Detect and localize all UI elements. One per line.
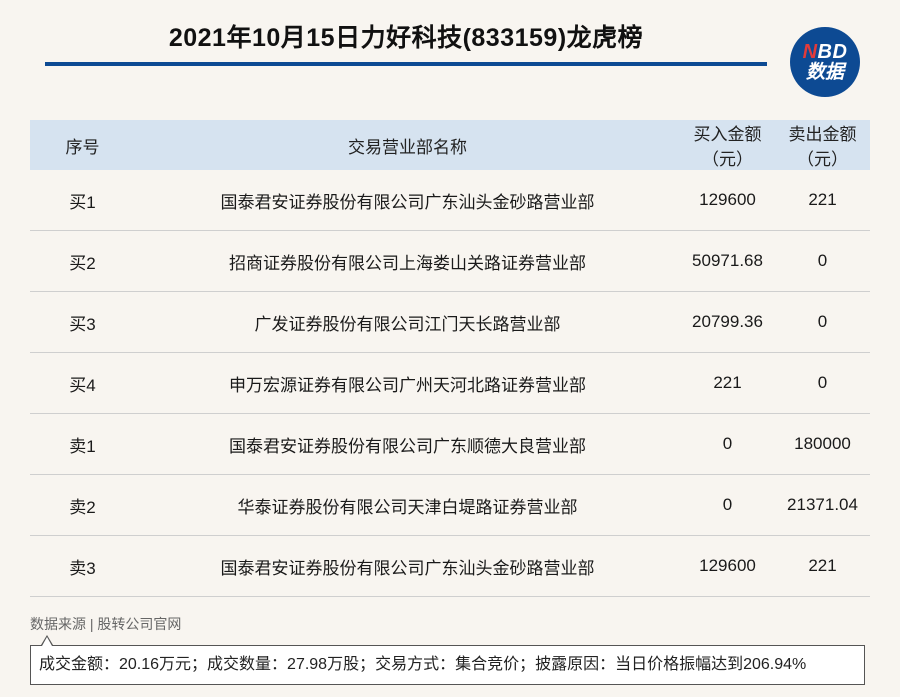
note-pointer-icon <box>41 635 53 646</box>
table-row: 买4 申万宏源证券有限公司广州天河北路证券营业部 221 0 <box>30 352 870 414</box>
table-row: 买2 招商证券股份有限公司上海娄山关路证券营业部 50971.68 0 <box>30 230 870 292</box>
row-sell-amount: 221 <box>775 170 870 231</box>
table-row: 卖3 国泰君安证券股份有限公司广东汕头金砂路营业部 129600 221 <box>30 535 870 597</box>
table-row: 买1 国泰君安证券股份有限公司广东汕头金砂路营业部 129600 221 <box>30 170 870 231</box>
header-branch-name: 交易营业部名称 <box>135 120 680 170</box>
row-buy-amount: 0 <box>680 413 775 475</box>
row-buy-amount: 20799.36 <box>680 291 775 353</box>
row-buy-amount: 221 <box>680 352 775 414</box>
row-buy-amount: 129600 <box>680 535 775 597</box>
row-index: 卖3 <box>30 535 135 597</box>
row-buy-amount: 129600 <box>680 170 775 231</box>
page-title: 2021年10月15日力好科技(833159)龙虎榜 <box>168 24 644 52</box>
row-sell-amount: 221 <box>775 535 870 597</box>
row-branch-name: 招商证券股份有限公司上海娄山关路证券营业部 <box>135 230 680 292</box>
row-index: 卖2 <box>30 474 135 536</box>
row-branch-name: 广发证券股份有限公司江门天长路营业部 <box>135 291 680 353</box>
row-branch-name: 国泰君安证券股份有限公司广东顺德大良营业部 <box>135 413 680 475</box>
row-index: 买1 <box>30 170 135 231</box>
row-buy-amount: 0 <box>680 474 775 536</box>
table-row: 卖1 国泰君安证券股份有限公司广东顺德大良营业部 0 180000 <box>30 413 870 475</box>
row-branch-name: 申万宏源证券有限公司广州天河北路证券营业部 <box>135 352 680 414</box>
row-sell-amount: 0 <box>775 230 870 292</box>
row-buy-amount: 50971.68 <box>680 230 775 292</box>
row-sell-amount: 0 <box>775 352 870 414</box>
row-index: 卖1 <box>30 413 135 475</box>
row-sell-amount: 180000 <box>775 413 870 475</box>
row-branch-name: 华泰证券股份有限公司天津白堤路证券营业部 <box>135 474 680 536</box>
row-sell-amount: 21371.04 <box>775 474 870 536</box>
table-row: 买3 广发证券股份有限公司江门天长路营业部 20799.36 0 <box>30 291 870 353</box>
title-underline <box>45 62 767 66</box>
row-branch-name: 国泰君安证券股份有限公司广东汕头金砂路营业部 <box>135 535 680 597</box>
row-index: 买3 <box>30 291 135 353</box>
table-row: 卖2 华泰证券股份有限公司天津白堤路证券营业部 0 21371.04 <box>30 474 870 536</box>
table-header-row: 序号 交易营业部名称 买入金额（元） 卖出金额（元） <box>30 120 870 170</box>
row-sell-amount: 0 <box>775 291 870 353</box>
header-buy-amount: 买入金额（元） <box>680 120 775 170</box>
row-index: 买4 <box>30 352 135 414</box>
header-sell-amount: 卖出金额（元） <box>775 120 870 170</box>
header-index: 序号 <box>30 120 135 170</box>
row-index: 买2 <box>30 230 135 292</box>
data-source-caption: 数据来源 | 股转公司官网 <box>30 616 182 632</box>
trade-summary-note: 成交金额：20.16万元；成交数量：27.98万股；交易方式：集合竞价；披露原因… <box>30 645 865 685</box>
nbd-data-logo: NBD 数据 <box>790 27 860 97</box>
row-branch-name: 国泰君安证券股份有限公司广东汕头金砂路营业部 <box>135 170 680 231</box>
dragon-tiger-table: 序号 交易营业部名称 买入金额（元） 卖出金额（元） 买1 国泰君安证券股份有限… <box>30 120 870 597</box>
